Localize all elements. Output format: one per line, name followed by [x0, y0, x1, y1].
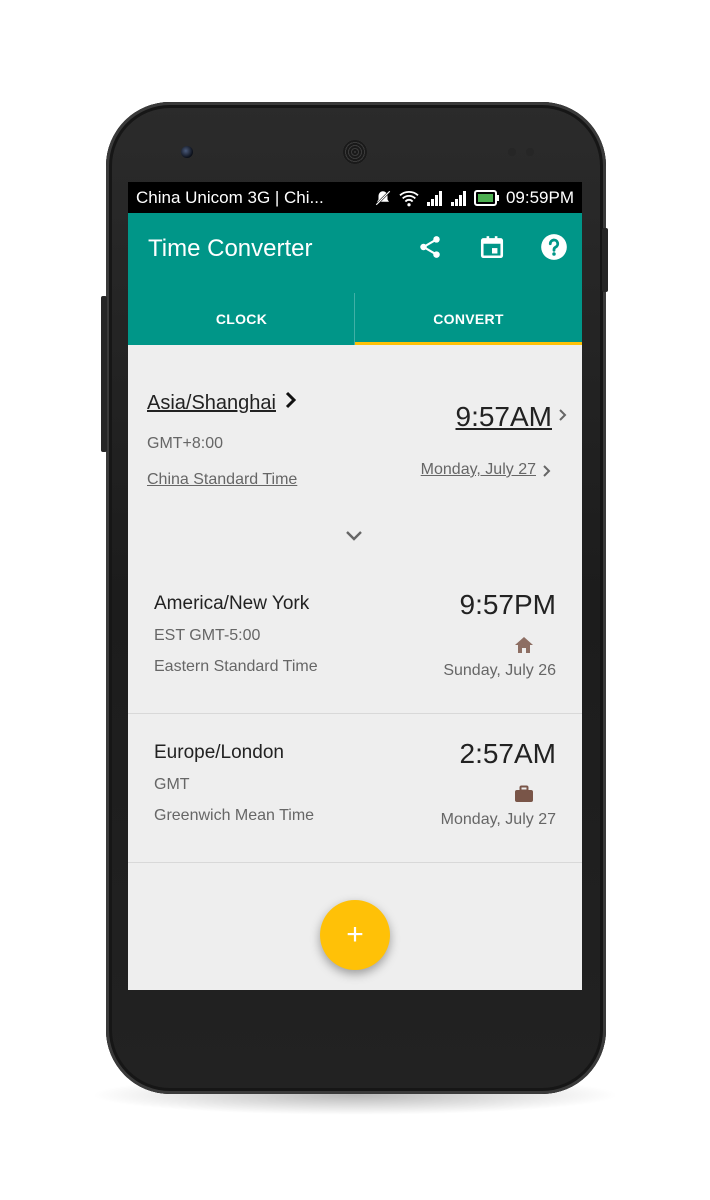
- calendar-icon[interactable]: [478, 233, 506, 261]
- chevron-right-icon: [542, 464, 552, 483]
- city-time: 9:57PM: [459, 589, 557, 620]
- source-date-picker[interactable]: Monday, July 27: [421, 461, 536, 479]
- screen: China Unicom 3G | Chi... 09:59PM Time Co…: [128, 182, 582, 990]
- source-zone-selector[interactable]: Asia/Shanghai: [147, 391, 298, 415]
- proximity-sensor: [508, 148, 516, 156]
- tab-clock[interactable]: CLOCK: [128, 293, 355, 345]
- status-time: 09:59PM: [505, 187, 574, 207]
- city-gmt-offset: EST GMT-5:00: [154, 627, 261, 644]
- city-row-new-york[interactable]: America/New York EST GMT-5:00 Eastern St…: [128, 565, 582, 714]
- tab-divider: [354, 293, 355, 345]
- source-zone-name: Asia/Shanghai: [147, 391, 276, 414]
- chevron-right-icon: [558, 408, 568, 427]
- signal-icon: [450, 190, 468, 206]
- front-camera: [181, 146, 193, 158]
- home-icon: [514, 636, 534, 659]
- signal-icon: [426, 190, 444, 206]
- share-icon[interactable]: [416, 233, 444, 261]
- source-zone-full-name[interactable]: China Standard Time: [147, 471, 297, 489]
- city-date: Sunday, July 26: [443, 662, 556, 679]
- power-button: [602, 228, 608, 292]
- app-title: Time Converter: [148, 235, 313, 262]
- wifi-icon: [398, 189, 420, 207]
- battery-icon: [473, 189, 500, 206]
- briefcase-icon: [514, 785, 534, 808]
- moon-icon: [538, 635, 554, 660]
- source-zone-card: Asia/Shanghai GMT+8:00 China Standard Ti…: [128, 345, 582, 565]
- app-bar: Time Converter CLOCK CONVERT: [128, 213, 582, 345]
- city-row-london[interactable]: Europe/London GMT Greenwich Mean Time 2:…: [128, 714, 582, 863]
- tab-bar: CLOCK CONVERT: [128, 293, 582, 345]
- add-city-button[interactable]: +: [320, 900, 390, 970]
- carrier-label: China Unicom 3G | Chi...: [136, 187, 324, 207]
- city-zone: America/New York: [154, 593, 310, 614]
- city-date: Monday, July 27: [440, 811, 556, 828]
- city-gmt-offset: GMT: [154, 776, 190, 793]
- chevron-down-icon[interactable]: [344, 529, 364, 548]
- earpiece-speaker: [343, 140, 367, 164]
- moon-icon: [538, 784, 554, 809]
- volume-button: [101, 296, 107, 452]
- status-bar: China Unicom 3G | Chi... 09:59PM: [128, 182, 582, 213]
- help-icon[interactable]: [540, 233, 568, 261]
- light-sensor: [526, 148, 534, 156]
- mute-icon: [374, 189, 392, 207]
- city-zone-full-name: Eastern Standard Time: [154, 658, 318, 675]
- chevron-right-icon: [284, 391, 298, 415]
- city-zone-full-name: Greenwich Mean Time: [154, 807, 315, 824]
- tab-convert[interactable]: CONVERT: [355, 293, 582, 345]
- source-gmt-offset: GMT+8:00: [147, 435, 224, 452]
- city-zone: Europe/London: [154, 742, 284, 763]
- city-time: 2:57AM: [459, 738, 557, 769]
- source-time-picker[interactable]: 9:57AM: [456, 401, 553, 433]
